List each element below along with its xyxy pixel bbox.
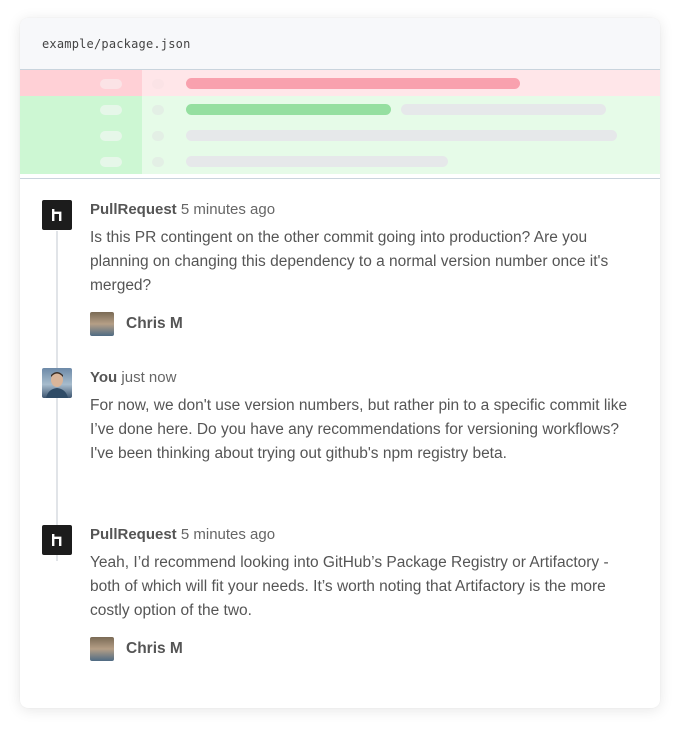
diff-row-added[interactable] bbox=[20, 96, 660, 122]
code-review-card: example/package.json PullRequest 5 minut… bbox=[20, 18, 660, 708]
comment-meta: You just now bbox=[90, 368, 635, 388]
comment-author[interactable]: You bbox=[90, 369, 117, 386]
pullrequest-logo-icon bbox=[52, 209, 62, 221]
diff-marker-placeholder bbox=[152, 105, 164, 115]
comment-meta: PullRequest 5 minutes ago bbox=[90, 200, 635, 220]
diff-marker-placeholder bbox=[152, 131, 164, 141]
comment-time: just now bbox=[121, 369, 177, 386]
diff-gutter bbox=[20, 148, 142, 174]
diff-marker-placeholder bbox=[152, 157, 164, 167]
line-number-placeholder bbox=[100, 105, 122, 115]
comment-text: Yeah, I’d recommend looking into GitHub’… bbox=[90, 554, 609, 619]
code-placeholder-bar bbox=[186, 130, 617, 141]
comment-time: 5 minutes ago bbox=[180, 201, 276, 218]
comment-body: PullRequest 5 minutes ago Is this PR con… bbox=[90, 200, 635, 298]
removed-code-bar bbox=[186, 78, 520, 89]
reviewer-signature: Chris M bbox=[90, 312, 183, 336]
diff-row-removed[interactable] bbox=[20, 70, 660, 96]
reviewer-name[interactable]: Chris M bbox=[126, 640, 183, 658]
diff-row-added[interactable] bbox=[20, 122, 660, 148]
comment-body: You just now For now, we don't use versi… bbox=[90, 368, 635, 466]
reviewer-name[interactable]: Chris M bbox=[126, 315, 183, 333]
line-number-placeholder bbox=[100, 79, 122, 89]
user-photo-icon bbox=[46, 372, 68, 398]
pullrequest-logo-icon bbox=[52, 534, 62, 546]
reviewer-signature: Chris M bbox=[90, 637, 183, 661]
diff-gutter bbox=[20, 122, 142, 148]
file-header: example/package.json bbox=[20, 18, 660, 70]
code-placeholder-bar bbox=[401, 104, 606, 115]
diff-marker-placeholder bbox=[152, 79, 164, 89]
line-number-placeholder bbox=[100, 131, 122, 141]
reviewer-avatar[interactable] bbox=[90, 312, 114, 336]
comment-text: For now, we don't use version numbers, b… bbox=[90, 397, 628, 462]
file-path[interactable]: example/package.json bbox=[42, 37, 191, 51]
diff-view bbox=[20, 70, 660, 179]
diff-gutter bbox=[20, 96, 142, 122]
reviewer-avatar[interactable] bbox=[90, 637, 114, 661]
comment-time: 5 minutes ago bbox=[180, 526, 276, 543]
pullrequest-logo-icon bbox=[42, 525, 72, 555]
diff-gutter bbox=[20, 70, 142, 96]
code-placeholder-bar bbox=[186, 156, 448, 167]
comment-author[interactable]: PullRequest bbox=[90, 201, 177, 218]
pullrequest-logo-icon bbox=[42, 200, 72, 230]
line-number-placeholder bbox=[100, 157, 122, 167]
added-code-bar bbox=[186, 104, 391, 115]
diff-row-added[interactable] bbox=[20, 148, 660, 174]
user-avatar[interactable] bbox=[42, 368, 72, 398]
comment-text: Is this PR contingent on the other commi… bbox=[90, 229, 609, 294]
comment-author[interactable]: PullRequest bbox=[90, 526, 177, 543]
comment-body: PullRequest 5 minutes ago Yeah, I’d reco… bbox=[90, 525, 635, 623]
comment-meta: PullRequest 5 minutes ago bbox=[90, 525, 635, 545]
